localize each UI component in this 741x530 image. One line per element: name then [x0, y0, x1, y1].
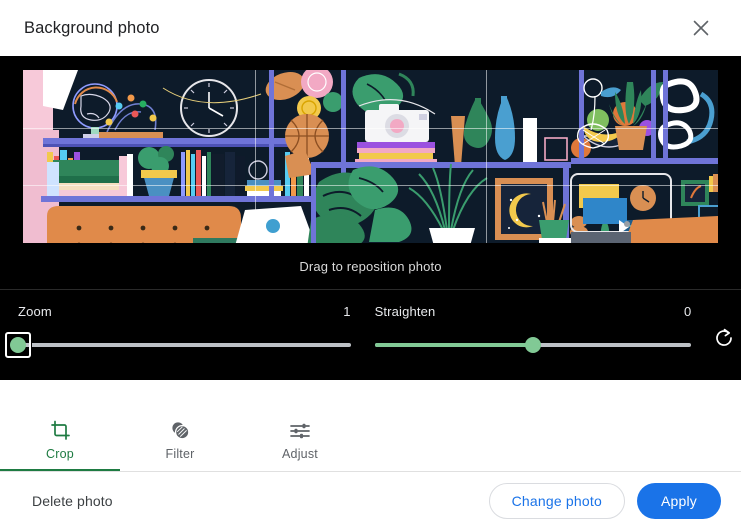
- delete-photo-button[interactable]: Delete photo: [32, 493, 113, 509]
- tab-crop-label: Crop: [46, 446, 74, 461]
- zoom-slider-block: Zoom 1: [5, 304, 351, 358]
- tab-adjust[interactable]: Adjust: [240, 402, 360, 472]
- change-photo-button[interactable]: Change photo: [488, 483, 625, 519]
- zoom-label: Zoom: [18, 304, 52, 319]
- apply-button[interactable]: Apply: [636, 483, 721, 519]
- slider-controls-row: Zoom 1 Straighten 0: [0, 290, 741, 358]
- drag-reposition-hint: Drag to reposition photo: [299, 259, 442, 274]
- reset-button[interactable]: [707, 322, 741, 356]
- background-photo[interactable]: [23, 70, 718, 243]
- tab-filter[interactable]: Filter: [120, 402, 240, 472]
- zoom-slider-header: Zoom 1: [18, 304, 351, 319]
- photo-stage[interactable]: [23, 70, 718, 243]
- zoom-slider-thumb[interactable]: [10, 337, 26, 353]
- straighten-label: Straighten: [374, 304, 436, 319]
- tab-crop[interactable]: Crop: [0, 402, 120, 472]
- page-title: Background photo: [24, 18, 160, 37]
- tab-adjust-label: Adjust: [282, 446, 318, 461]
- straighten-slider-fill: [374, 343, 533, 347]
- zoom-slider[interactable]: [5, 332, 351, 358]
- straighten-slider-header: Straighten 0: [375, 304, 692, 319]
- editor-tabs: Crop Filter Adjust: [0, 402, 741, 472]
- straighten-slider-thumb[interactable]: [524, 337, 541, 353]
- tabs-baseline: [0, 471, 741, 472]
- photo-editor: Drag to reposition photo Zoom 1 Straight…: [0, 56, 741, 380]
- straighten-slider-block: Straighten 0: [374, 304, 692, 357]
- straighten-slider-track[interactable]: [374, 337, 692, 353]
- zoom-value: 1: [343, 304, 351, 319]
- filter-icon: [169, 420, 191, 442]
- crop-icon: [50, 420, 71, 442]
- straighten-value: 0: [683, 304, 692, 319]
- straighten-slider[interactable]: [374, 333, 692, 357]
- dialog-footer: Delete photo Change photo Apply: [0, 472, 741, 530]
- tab-filter-label: Filter: [165, 446, 195, 461]
- dialog-header: Background photo: [0, 0, 741, 56]
- adjust-sliders-icon: [289, 420, 311, 442]
- close-button[interactable]: [681, 8, 721, 48]
- background-photo-dialog: Background photo Drag to reposition phot…: [0, 0, 741, 530]
- close-icon: [691, 18, 711, 38]
- rotate-reset-icon: [713, 327, 735, 352]
- zoom-slider-track[interactable]: [5, 332, 351, 358]
